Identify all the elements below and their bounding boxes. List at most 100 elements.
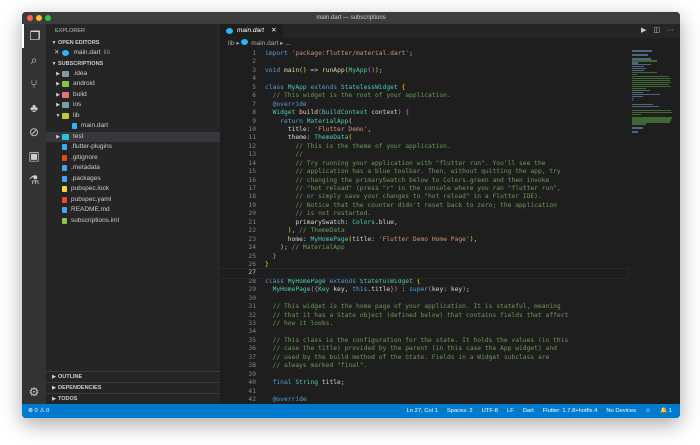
- file-icon: [62, 218, 67, 224]
- breadcrumb-file[interactable]: main.dart: [251, 40, 278, 47]
- test-icon[interactable]: ⚗: [22, 168, 46, 192]
- status-item[interactable]: Flutter: 1.7.8+hotfix.4: [543, 404, 598, 418]
- tree-item[interactable]: ▶android: [46, 79, 220, 90]
- line-number: 24: [220, 244, 265, 252]
- minimap[interactable]: [632, 50, 672, 120]
- line-number: 36: [220, 345, 265, 353]
- section-dependencies[interactable]: ▶DEPENDENCIES: [46, 382, 220, 393]
- code-token: {: [417, 278, 421, 286]
- tree-item[interactable]: .packages: [46, 174, 220, 185]
- section-outline[interactable]: ▶OUTLINE: [46, 371, 220, 382]
- chevron-icon: ▶: [54, 90, 62, 101]
- folder-icon: [62, 102, 69, 108]
- error-count: 0: [34, 408, 37, 414]
- code-line: 36 // case the title) provided by the pa…: [220, 345, 628, 353]
- status-item[interactable]: UTF-8: [482, 404, 498, 418]
- tab-main-dart[interactable]: main.dart ✕: [220, 24, 283, 38]
- section-todos[interactable]: ▶TODOS: [46, 393, 220, 404]
- line-number: 5: [220, 84, 265, 92]
- code-editor[interactable]: 1import 'package:flutter/material.dart';…: [220, 50, 628, 404]
- code-token: (): [367, 67, 375, 75]
- code-line: 1import 'package:flutter/material.dart';: [220, 50, 628, 58]
- close-icon[interactable]: ✕: [54, 48, 59, 59]
- code-token: // This widget is the root of your appli…: [265, 92, 451, 100]
- close-tab-icon[interactable]: ✕: [271, 24, 276, 38]
- section-label: DEPENDENCIES: [58, 385, 101, 391]
- run-icon[interactable]: ▶: [641, 24, 646, 38]
- chevron-right-icon: ▶: [50, 372, 58, 382]
- breadcrumb-more[interactable]: ...: [285, 40, 290, 47]
- open-editors-section[interactable]: ▼OPEN EDITORS: [46, 38, 220, 48]
- tree-item-label: android: [73, 79, 95, 90]
- tree-item[interactable]: .flutter-plugins: [46, 142, 220, 153]
- line-number: 16: [220, 177, 265, 185]
- settings-gear-icon[interactable]: ⚙: [22, 380, 46, 404]
- code-token: key: key: [432, 286, 462, 294]
- status-item[interactable]: LF: [507, 404, 514, 418]
- status-item[interactable]: 🔔 1: [660, 404, 672, 418]
- tree-item[interactable]: README.md: [46, 205, 220, 216]
- tree-item-label: pubspec.lock: [71, 184, 109, 195]
- tree-item[interactable]: .metadata: [46, 163, 220, 174]
- code-line: 9 return MaterialApp(: [220, 118, 628, 126]
- code-token: BuildContext: [322, 109, 371, 117]
- file-icon: [62, 207, 67, 213]
- tree-item-label: subscriptions.iml: [71, 216, 119, 227]
- tree-item-label: .packages: [71, 174, 101, 185]
- code-token: // case the title) provided by the paren…: [265, 345, 557, 353]
- vscode-window: main.dart — subscriptions ❐⌕⑂♣⊘▣⚗⚙ EXPLO…: [22, 12, 680, 418]
- tree-item[interactable]: subscriptions.iml: [46, 216, 220, 227]
- problems-indicator[interactable]: ⊗ 0 ⚠ 0: [28, 404, 49, 418]
- open-editor-item[interactable]: ✕ main.dart lib: [46, 48, 220, 59]
- code-line: 27: [220, 269, 628, 277]
- status-item[interactable]: Spaces: 2: [447, 404, 473, 418]
- code-token: void: [265, 67, 284, 75]
- line-number: 6: [220, 92, 265, 100]
- breadcrumb-lib[interactable]: lib: [228, 40, 235, 47]
- code-line: 3void main() => runApp(MyApp());: [220, 67, 628, 75]
- project-section[interactable]: ▼SUBSCRIPTIONS: [46, 59, 220, 69]
- status-item[interactable]: ☺: [645, 404, 651, 418]
- code-line: 40 final String title;: [220, 379, 628, 387]
- tree-item[interactable]: main.dart: [46, 121, 220, 132]
- status-bar: ⊗ 0 ⚠ 0 Ln 27, Col 1 Spaces: 2 UTF-8 LF Dart…: [22, 404, 680, 418]
- code-token: // This class is the configuration for t…: [265, 337, 568, 345]
- code-line: 37 // used by the build method of the St…: [220, 354, 628, 362]
- code-token: // always marked "final".: [265, 362, 367, 370]
- file-icon: [62, 165, 67, 171]
- code-line: 30: [220, 295, 628, 303]
- line-number: 12: [220, 143, 265, 151]
- code-token: ,: [292, 227, 300, 235]
- status-item[interactable]: Dart: [523, 404, 534, 418]
- tree-item[interactable]: ▶ios: [46, 100, 220, 111]
- tree-item[interactable]: pubspec.yaml: [46, 195, 220, 206]
- tree-item[interactable]: ▶test: [46, 132, 220, 143]
- code-token: import: [265, 50, 292, 58]
- code-token: 'package:flutter/material.dart': [292, 50, 410, 58]
- debug-icon[interactable]: ⊘: [22, 120, 46, 144]
- minimize-window-button[interactable]: [36, 15, 42, 21]
- flutter-tree-icon[interactable]: ♣: [22, 96, 46, 120]
- tree-item[interactable]: ▶.idea: [46, 69, 220, 80]
- status-item[interactable]: Ln 27, Col 1: [407, 404, 438, 418]
- source-control-icon[interactable]: ⑂: [22, 72, 46, 96]
- tree-item[interactable]: .gitignore: [46, 153, 220, 164]
- status-item[interactable]: No Devices: [606, 404, 636, 418]
- code-token: 'Flutter Demo': [314, 126, 367, 134]
- extensions-icon[interactable]: ▣: [22, 144, 46, 168]
- split-editor-icon[interactable]: ◫: [653, 24, 660, 38]
- close-window-button[interactable]: [27, 15, 33, 21]
- code-token: );: [265, 244, 292, 252]
- maximize-window-button[interactable]: [45, 15, 51, 21]
- dart-file-icon: [62, 50, 69, 56]
- explorer-icon[interactable]: ❐: [22, 24, 46, 48]
- line-number: 25: [220, 253, 265, 261]
- tree-item[interactable]: pubspec.lock: [46, 184, 220, 195]
- code-line: 22 ), // ThemeData: [220, 227, 628, 235]
- line-number: 4: [220, 75, 265, 83]
- tree-item[interactable]: ▶build: [46, 90, 220, 101]
- search-icon[interactable]: ⌕: [22, 48, 46, 72]
- more-actions-icon[interactable]: ···: [667, 24, 674, 38]
- tree-item[interactable]: ▼lib: [46, 111, 220, 122]
- code-token: (: [348, 134, 352, 142]
